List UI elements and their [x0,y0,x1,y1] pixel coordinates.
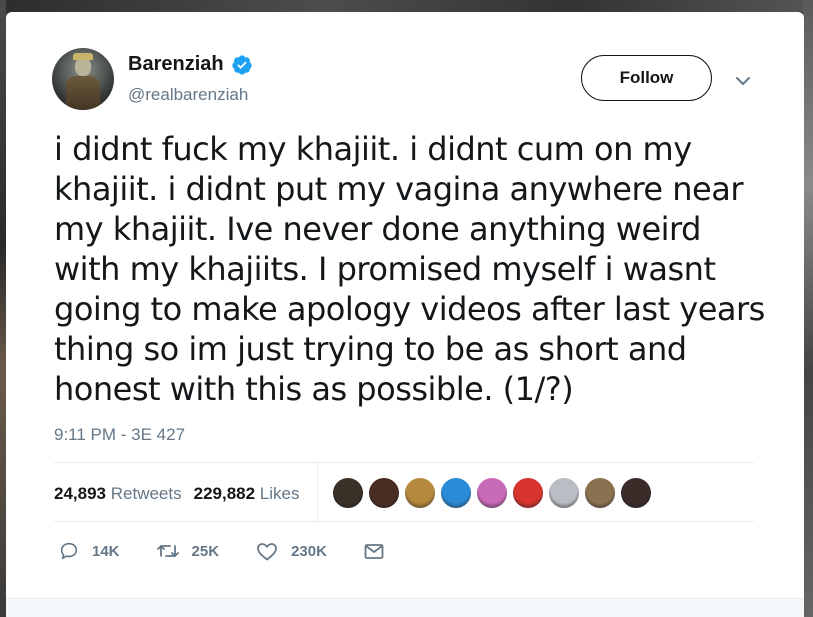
retweet-action[interactable]: 25K [156,540,220,562]
liker-avatar[interactable] [512,477,544,509]
chevron-down-icon[interactable] [732,70,754,92]
avatar-figure-crown [73,53,93,60]
liker-avatar[interactable] [584,477,616,509]
author-name-row[interactable]: Barenziah [128,53,253,76]
retweet-count: 25K [191,542,220,560]
reply-action[interactable]: 14K [58,540,120,562]
retweet-icon [156,545,179,557]
background-top [0,0,813,12]
liker-avatar[interactable] [368,477,400,509]
likes-count: 229,882 [193,484,256,503]
liker-avatar[interactable] [620,477,652,509]
author-handle[interactable]: @realbarenziah [128,85,248,105]
liker-avatar[interactable] [476,477,508,509]
actions-row: 14K 25K 230K [58,538,433,564]
divider-top [54,462,754,463]
likes-label: Likes [259,484,300,503]
likes-stat[interactable]: 229,882 Likes [194,484,300,504]
retweets-label: Retweets [110,484,182,503]
tweet-card: Barenziah @realbarenziah Follow i didnt … [6,12,804,617]
liker-avatar[interactable] [404,477,436,509]
reply-icon [60,542,78,560]
reply-area-strip [6,598,804,617]
background-right [803,0,813,617]
envelope-icon [364,544,384,559]
liker-avatar[interactable] [548,477,580,509]
tweet-timestamp[interactable]: 9:11 PM - 3E 427 [54,425,185,445]
like-action[interactable]: 230K [255,540,327,562]
direct-message-action[interactable] [363,540,397,562]
retweets-count: 24,893 [54,484,106,503]
divider-bottom [54,521,754,522]
verified-badge-icon [231,54,253,76]
avatar-figure-body [66,76,100,110]
liker-avatar[interactable] [440,477,472,509]
stats-row: 24,893 Retweets 229,882 Likes [54,474,311,514]
like-count: 230K [291,542,327,560]
reply-count: 14K [92,542,120,560]
liker-avatar[interactable] [332,477,364,509]
avatar[interactable] [52,48,114,110]
tweet-text: i didnt fuck my khajiit. i didnt cum on … [54,130,765,408]
heart-icon [257,543,277,561]
display-name[interactable]: Barenziah [128,53,224,76]
liker-avatars [332,477,652,509]
follow-button[interactable]: Follow [581,55,712,101]
avatar-figure-head [75,58,91,76]
stats-separator [317,463,318,521]
retweets-stat[interactable]: 24,893 Retweets [54,484,182,504]
